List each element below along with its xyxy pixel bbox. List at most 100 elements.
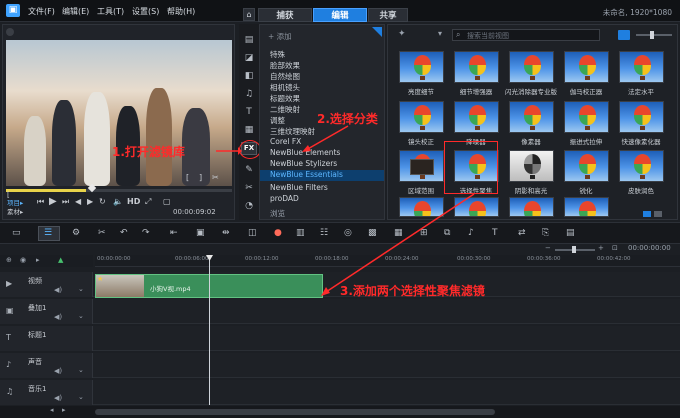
filter-thumb[interactable] [509, 150, 554, 182]
add-track-icon[interactable]: ⊕ [6, 256, 12, 264]
scroll-left-icon[interactable]: ◂ [50, 406, 54, 414]
filter-thumb[interactable] [619, 51, 664, 83]
menu-edit[interactable]: 编辑(E) [62, 6, 89, 17]
menu-settings[interactable]: 设置(S) [132, 6, 159, 17]
mute-icon[interactable]: ◀) [54, 313, 62, 321]
mode-clip[interactable]: 素材▸ [7, 206, 23, 216]
motion-tracking-icon[interactable]: ✂ [98, 228, 106, 238]
volume-icon[interactable]: 🔈 [113, 197, 123, 206]
next-frame-icon[interactable]: ▶ [87, 197, 93, 206]
filter-thumb[interactable] [454, 51, 499, 83]
category-item[interactable]: NewBlue Filters [270, 183, 328, 192]
media-icon[interactable]: ▤ [242, 34, 256, 46]
fit-icon[interactable]: ⇤ [170, 228, 178, 238]
mark-in-icon[interactable]: [ [186, 173, 189, 182]
speed-icon[interactable]: ◔ [242, 200, 256, 212]
mark-out-icon[interactable]: ] [199, 173, 202, 182]
replace-icon[interactable]: ⇄ [518, 228, 526, 238]
zoom-out-icon[interactable]: − [545, 244, 551, 252]
hd-button[interactable]: HD [127, 197, 140, 206]
track-title[interactable] [0, 326, 680, 351]
playhead[interactable] [209, 255, 210, 405]
magic-icon[interactable]: ✦ [398, 29, 406, 39]
instant-project-icon[interactable]: ◪ [242, 52, 256, 64]
category-item-selected[interactable]: NewBlue Essentials [260, 170, 384, 181]
dropdown-icon[interactable]: ▾ [438, 29, 442, 38]
tab-share[interactable]: 共享 [368, 8, 408, 22]
category-item[interactable]: 自然绘图 [270, 71, 300, 82]
go-start-icon[interactable]: ⏮ [37, 197, 44, 207]
menu-file[interactable]: 文件(F) [28, 6, 55, 17]
mute-icon[interactable]: ◀) [54, 367, 62, 375]
tab-edit[interactable]: 编辑 [313, 8, 367, 22]
ripple-icon[interactable]: ◉ [20, 256, 26, 264]
zoom-slider-handle[interactable] [572, 246, 576, 253]
home-icon[interactable]: ⌂ [243, 8, 255, 21]
menu-tools[interactable]: 工具(T) [97, 6, 124, 17]
filter-thumb[interactable] [509, 197, 554, 217]
filter-thumb[interactable] [619, 101, 664, 133]
add-category-button[interactable]: + 添加 [268, 31, 292, 42]
player-timecode[interactable]: 00:00:09:02 [173, 208, 216, 216]
category-item[interactable]: 特殊 [270, 49, 285, 60]
visibility-all-icon[interactable]: ▲ [58, 256, 63, 264]
path-icon[interactable]: ✎ [242, 164, 256, 176]
transition-icon[interactable]: ◧ [242, 70, 256, 82]
expand-icon[interactable]: ⌄ [78, 285, 84, 293]
audio-library-icon[interactable]: ♫ [242, 88, 256, 100]
fit-timeline-icon[interactable]: ⊡ [612, 244, 618, 252]
category-item[interactable]: 脸部效果 [270, 60, 300, 71]
split-icon[interactable]: ✂ [212, 173, 219, 182]
lock-all-icon[interactable]: ▸ [36, 256, 40, 264]
mute-icon[interactable]: ◀) [54, 286, 62, 294]
audio-mixer-icon[interactable]: ▥ [296, 228, 305, 238]
category-item[interactable]: Corel FX [270, 137, 301, 146]
category-item[interactable]: proDAD [270, 194, 299, 203]
category-item[interactable]: 标题效果 [270, 93, 300, 104]
track-overlay[interactable] [0, 299, 680, 324]
expand-icon[interactable]: ⌄ [78, 393, 84, 401]
category-item[interactable]: 调整 [270, 115, 285, 126]
browse-button[interactable]: 浏览 [270, 208, 285, 219]
expand-icon[interactable]: ⌄ [78, 312, 84, 320]
timeline-scrollbar[interactable] [95, 409, 495, 415]
tab-capture[interactable]: 捕获 [258, 8, 312, 22]
filter-thumb[interactable] [509, 101, 554, 133]
category-item[interactable]: 二维映射 [270, 104, 300, 115]
timeline-view-button[interactable]: ☰ [38, 226, 60, 241]
go-end-icon[interactable]: ⏭ [62, 197, 69, 207]
panel-option-icon[interactable] [643, 211, 651, 217]
prev-frame-icon[interactable]: ◀ [75, 197, 81, 206]
duplicate-icon[interactable]: ⎘ [542, 228, 549, 238]
filter-thumb[interactable] [509, 51, 554, 83]
category-item[interactable]: NewBlue Stylizers [270, 159, 337, 168]
thumb-size-slider[interactable] [636, 34, 672, 36]
video-preview[interactable] [6, 40, 232, 186]
filter-thumb[interactable] [564, 101, 609, 133]
zoom-in-icon[interactable]: + [598, 244, 604, 252]
storyboard-view-icon[interactable]: ▭ [12, 228, 21, 238]
filter-thumb[interactable] [399, 51, 444, 83]
redo-icon[interactable]: ↷ [142, 228, 150, 238]
snap-icon[interactable]: ▣ [196, 228, 205, 238]
timeline-timecode[interactable]: 00:00:00:00 [628, 244, 671, 252]
mute-icon[interactable]: ◀) [54, 394, 62, 402]
motion-icon[interactable]: ✂ [242, 182, 256, 194]
mask-icon[interactable]: ◫ [248, 228, 257, 238]
subtitle-icon[interactable]: T [492, 228, 498, 238]
timeline-settings-icon[interactable]: ▤ [566, 228, 575, 238]
filter-thumb[interactable] [619, 150, 664, 182]
scroll-right-icon[interactable]: ▸ [62, 406, 66, 414]
filter-thumb[interactable] [454, 101, 499, 133]
filter-thumb[interactable] [564, 51, 609, 83]
play-icon[interactable]: ▶ [49, 196, 57, 207]
track-music[interactable] [0, 380, 680, 405]
enlarge-icon[interactable]: ⤢ [145, 197, 151, 207]
view-toggle-icon[interactable] [618, 30, 630, 40]
menu-help[interactable]: 帮助(H) [167, 6, 195, 17]
undo-icon[interactable]: ↶ [120, 228, 128, 238]
filter-thumb[interactable] [564, 197, 609, 217]
expand-icon[interactable]: ⌄ [78, 366, 84, 374]
repeat-icon[interactable]: ↻ [99, 197, 106, 206]
search-input[interactable]: ⌕ 搜索当前视图 [452, 29, 600, 41]
